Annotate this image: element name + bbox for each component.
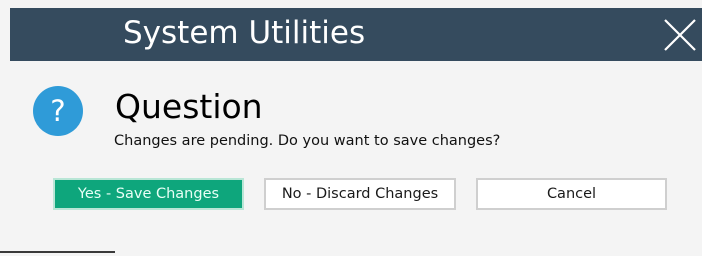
window-title: System Utilities <box>123 15 366 51</box>
close-button[interactable] <box>662 17 698 53</box>
dialog-heading: Question <box>115 87 263 126</box>
dialog-body: ? Question Changes are pending. Do you w… <box>10 67 702 256</box>
dialog-message: Changes are pending. Do you want to save… <box>114 133 501 149</box>
divider <box>0 251 115 253</box>
dialog-window: System Utilities ? Question Changes are … <box>0 0 702 256</box>
discard-changes-button[interactable]: No - Discard Changes <box>264 178 456 210</box>
question-icon: ? <box>33 86 83 136</box>
close-icon <box>664 19 696 51</box>
cancel-button[interactable]: Cancel <box>476 178 667 210</box>
title-bar: System Utilities <box>10 8 702 61</box>
save-changes-button[interactable]: Yes - Save Changes <box>53 178 244 210</box>
svg-text:?: ? <box>50 94 65 128</box>
